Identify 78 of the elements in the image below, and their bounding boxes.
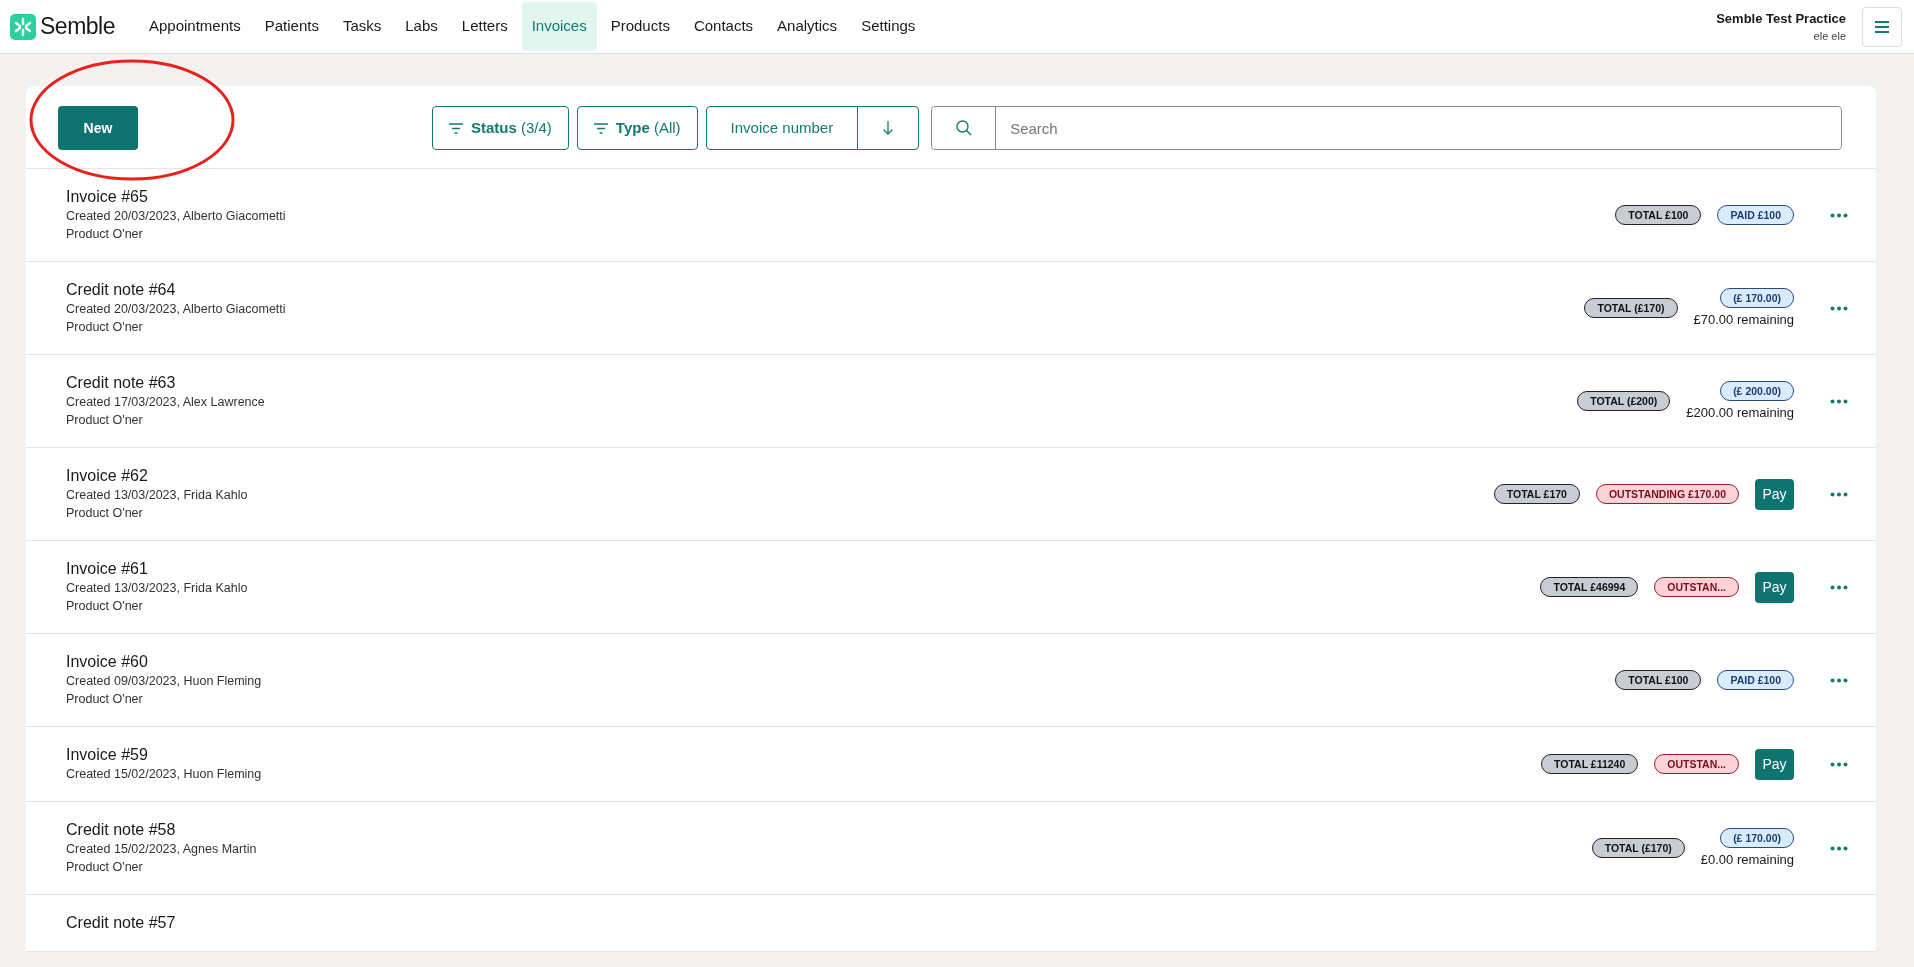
remaining-amount: £200.00 remaining — [1686, 405, 1794, 421]
invoice-title[interactable]: Credit note #58 — [66, 820, 257, 840]
more-icon — [1830, 305, 1848, 311]
nav-tab[interactable]: Settings — [851, 2, 926, 51]
paid-tag: PAID £100 — [1717, 205, 1794, 225]
nav-tab[interactable]: Letters — [451, 2, 518, 51]
nav-tab[interactable]: Contacts — [683, 2, 764, 51]
created-info: Created 13/03/2023, Frida Kahlo — [66, 487, 248, 504]
user-name: ele ele — [1812, 29, 1846, 44]
invoice-title[interactable]: Credit note #57 — [66, 913, 176, 933]
more-icon — [1830, 761, 1848, 767]
more-icon — [1830, 584, 1848, 590]
nav-tab[interactable]: Patients — [254, 2, 329, 51]
created-info: Created 15/02/2023, Agnes Martin — [66, 841, 257, 858]
invoice-title[interactable]: Invoice #59 — [66, 745, 262, 765]
created-info: Created 17/03/2023, Alex Lawrence — [66, 394, 265, 411]
filter-icon — [449, 122, 463, 134]
invoice-title[interactable]: Credit note #64 — [66, 280, 286, 300]
invoice-title[interactable]: Invoice #65 — [66, 187, 286, 207]
remaining-amount: £70.00 remaining — [1693, 312, 1794, 328]
product-name: Product O'ner — [66, 598, 144, 615]
product-name: Product O'ner — [66, 412, 144, 429]
more-icon — [1830, 398, 1848, 404]
total-tag: TOTAL £100 — [1615, 670, 1702, 690]
product-name: Product O'ner — [66, 859, 144, 876]
remaining-amount: £0.00 remaining — [1700, 852, 1794, 868]
practice-name: Semble Test Practice — [1716, 9, 1846, 28]
credit-amount-tag: (£ 170.00) — [1720, 288, 1794, 308]
outstanding-tag: OUTSTAN... — [1654, 577, 1739, 597]
menu-button[interactable] — [1862, 6, 1902, 47]
filter-button[interactable]: Status (3/4) — [432, 106, 569, 150]
search-icon — [955, 120, 972, 136]
created-info: Created 20/03/2023, Alberto Giacometti — [66, 208, 286, 225]
total-tag: TOTAL (£170) — [1584, 298, 1678, 318]
created-info: Created 13/03/2023, Frida Kahlo — [66, 580, 248, 597]
logo-icon — [10, 13, 36, 40]
more-icon — [1830, 677, 1848, 683]
total-tag: TOTAL (£170) — [1591, 838, 1685, 858]
total-tag: TOTAL £170 — [1493, 484, 1580, 504]
product-name: Product O'ner — [66, 505, 144, 522]
outstanding-tag: OUTSTAN... — [1654, 754, 1739, 774]
filter-button[interactable]: Type (All) — [576, 106, 698, 150]
more-icon — [1830, 491, 1848, 497]
invoice-title[interactable]: Invoice #60 — [66, 652, 262, 672]
created-info: Created 15/02/2023, Huon Fleming — [66, 766, 262, 783]
created-info: Created 20/03/2023, Alberto Giacometti — [66, 301, 286, 318]
total-tag: TOTAL £100 — [1615, 205, 1702, 225]
nav-tab[interactable]: Invoices — [521, 2, 597, 51]
invoice-title[interactable]: Credit note #63 — [66, 373, 265, 393]
credit-amount-tag: (£ 200.00) — [1720, 381, 1794, 401]
nav-tab[interactable]: Analytics — [767, 2, 848, 51]
nav-tab[interactable]: Tasks — [332, 2, 392, 51]
nav-tab[interactable]: Appointments — [139, 2, 251, 51]
invoice-title[interactable]: Invoice #61 — [66, 559, 248, 579]
menu-icon — [1875, 20, 1889, 33]
search-field[interactable]: Search — [931, 106, 1842, 150]
filter-icon — [593, 122, 608, 134]
new-button[interactable]: New — [58, 106, 138, 150]
created-info: Created 09/03/2023, Huon Fleming — [66, 673, 262, 690]
arrow-down-icon — [883, 121, 894, 135]
total-tag: TOTAL £11240 — [1541, 754, 1639, 774]
outstanding-tag: OUTSTANDING £170.00 — [1595, 484, 1739, 504]
total-tag: TOTAL (£200) — [1577, 391, 1671, 411]
product-name: Product O'ner — [66, 319, 144, 336]
pay-button[interactable]: Pay — [1755, 571, 1794, 603]
more-icon — [1830, 845, 1848, 851]
brand-name: Semble — [40, 12, 115, 42]
total-tag: TOTAL £46994 — [1540, 577, 1639, 597]
product-name: Product O'ner — [66, 691, 144, 708]
nav-tab[interactable]: Products — [600, 2, 680, 51]
product-name: Product O'ner — [66, 226, 144, 243]
credit-amount-tag: (£ 170.00) — [1720, 828, 1794, 848]
paid-tag: PAID £100 — [1717, 670, 1794, 690]
nav-tab[interactable]: Labs — [395, 2, 448, 51]
more-icon — [1830, 212, 1848, 218]
pay-button[interactable]: Pay — [1755, 748, 1794, 780]
pay-button[interactable]: Pay — [1755, 478, 1794, 510]
invoice-title[interactable]: Invoice #62 — [66, 466, 248, 486]
